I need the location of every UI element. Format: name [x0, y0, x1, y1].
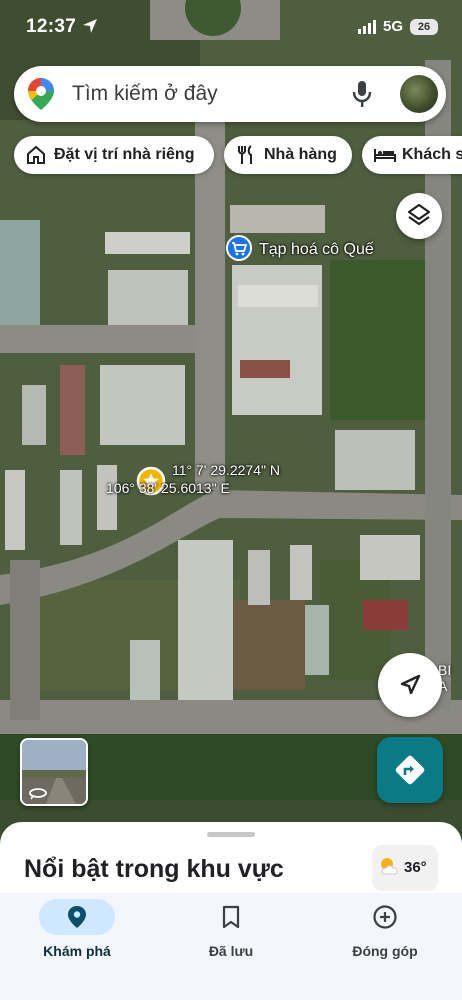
- layers-icon: [407, 203, 431, 226]
- add-circle-icon: [373, 905, 397, 929]
- weather-badge[interactable]: 36°: [372, 845, 438, 891]
- shopping-cart-marker-icon[interactable]: [226, 235, 252, 261]
- nav-saved[interactable]: Đã lưu: [154, 893, 308, 1000]
- nav-label: Đã lưu: [208, 943, 254, 959]
- search-input[interactable]: Tìm kiếm ở đây: [72, 82, 218, 106]
- chip-hotels[interactable]: Khách s: [362, 136, 462, 174]
- explore-pin-icon: [68, 906, 86, 928]
- microphone-icon[interactable]: [352, 80, 372, 108]
- bookmark-icon: [222, 905, 240, 929]
- bottom-navigation: Khám phá Đã lưu Đóng góp: [0, 893, 462, 1000]
- cell-signal-icon: [358, 20, 376, 34]
- battery-icon: 26: [410, 19, 438, 35]
- navigation-arrow-icon: [400, 674, 421, 695]
- chip-restaurants[interactable]: Nhà hàng: [224, 136, 352, 174]
- hotel-icon: [374, 149, 396, 162]
- layers-button[interactable]: [396, 193, 442, 239]
- nav-label: Đóng góp: [352, 943, 418, 959]
- chip-label: Nhà hàng: [264, 146, 337, 163]
- nav-contribute[interactable]: Đóng góp: [308, 893, 462, 1000]
- weather-temp: 36°: [404, 859, 427, 876]
- longitude-text: 106° 38' 25.6013" E: [106, 480, 230, 496]
- rotate-360-icon: [29, 788, 47, 800]
- google-maps-logo-icon: [28, 78, 54, 110]
- street-view-thumbnail[interactable]: [20, 738, 88, 806]
- pin-coordinates: 11° 7' 29.2274" N 106° 38' 25.6013" E: [106, 461, 280, 497]
- partly-sunny-icon: [381, 858, 398, 875]
- network-type: 5G: [383, 18, 404, 35]
- latitude-text: 11° 7' 29.2274" N: [172, 462, 280, 478]
- chip-set-home[interactable]: Đặt vị trí nhà riêng: [14, 136, 214, 174]
- search-bar[interactable]: Tìm kiếm ở đây: [14, 66, 446, 122]
- status-time: 12:37: [26, 16, 77, 37]
- chip-label: Đặt vị trí nhà riêng: [54, 146, 195, 163]
- place-label[interactable]: Tạp hoá cô Quế: [259, 241, 374, 259]
- home-icon: [27, 145, 45, 164]
- directions-icon: [395, 755, 425, 785]
- restaurant-icon: [238, 145, 252, 164]
- location-arrow-icon: [83, 19, 97, 33]
- status-bar: 12:37 5G 26: [0, 0, 462, 60]
- directions-button[interactable]: [377, 737, 443, 803]
- chip-label: Khách s: [402, 146, 462, 163]
- my-location-button[interactable]: [378, 653, 442, 717]
- nav-explore[interactable]: Khám phá: [0, 893, 154, 1000]
- nav-label: Khám phá: [43, 943, 111, 959]
- avatar[interactable]: [400, 75, 438, 113]
- drag-handle[interactable]: [207, 832, 255, 837]
- sheet-title: Nổi bật trong khu vực: [24, 855, 284, 883]
